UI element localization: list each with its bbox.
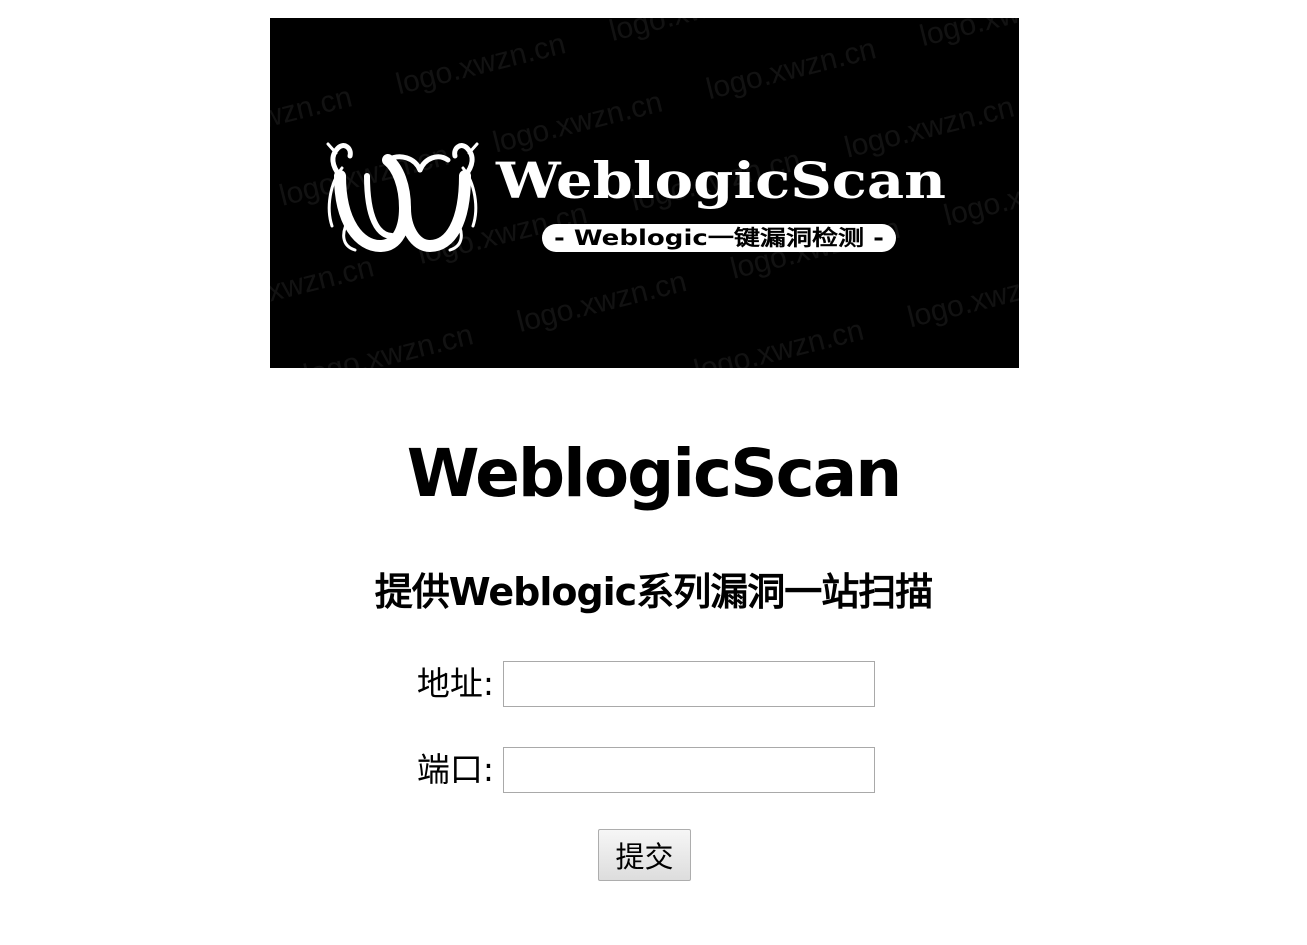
watermark-text: logo.xwzn.cn bbox=[514, 265, 690, 339]
watermark-text: logo.xwzn.cn bbox=[691, 314, 867, 368]
address-label: 地址: bbox=[416, 664, 494, 703]
page-subtitle: 提供Weblogic系列漏洞一站扫描 bbox=[374, 570, 933, 614]
watermark-text: logo.xwzn.cn bbox=[904, 260, 1019, 334]
watermark-text: logo.xwzn.cn bbox=[941, 159, 1019, 233]
submit-button[interactable]: 提交 bbox=[598, 829, 691, 881]
port-row: 端口: bbox=[400, 747, 900, 793]
address-row: 地址: bbox=[400, 661, 900, 707]
watermark-text: logo.xwzn.cn bbox=[393, 27, 569, 101]
banner-image: logo.xwzn.cn logo.xwzn.cn logo.xwzn.cn l… bbox=[270, 18, 1019, 368]
logo-wordmark: WeblogicScan bbox=[495, 151, 946, 210]
logo-tagline: - Weblogic一键漏洞检测 - bbox=[554, 226, 884, 250]
watermark-text: logo.xwzn.cn bbox=[703, 32, 879, 106]
watermark-text: logo.xwzn.cn bbox=[477, 367, 653, 368]
page-title: WeblogicScan bbox=[406, 435, 903, 512]
port-input[interactable] bbox=[503, 747, 875, 793]
address-input[interactable] bbox=[503, 661, 875, 707]
watermark-text: logo.xwzn.cn bbox=[490, 85, 666, 159]
watermark-text: logo.xwzn.cn bbox=[270, 250, 377, 324]
watermark-text: logo.xwzn.cn bbox=[606, 18, 782, 48]
watermark-text: logo.xwzn.cn bbox=[300, 318, 476, 368]
watermark-text: logo.xwzn.cn bbox=[916, 18, 1019, 53]
port-label: 端口: bbox=[416, 750, 494, 789]
